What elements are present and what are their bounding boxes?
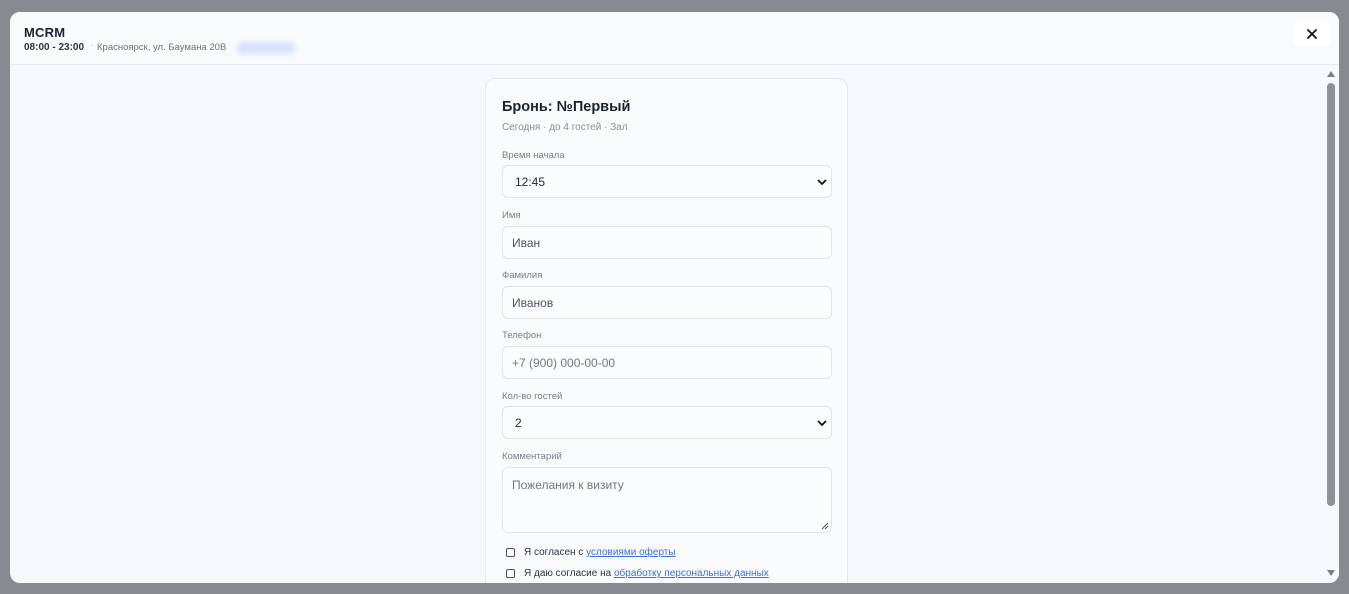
consent-offer-row: Я согласен с условиями оферты	[506, 547, 676, 558]
chevron-down-icon	[817, 420, 827, 427]
comment-placeholder: Пожелания к визиту	[512, 478, 624, 492]
phone-input[interactable]: +7 (900) 000-00-00	[502, 346, 832, 379]
start-time-select[interactable]: 12:45	[502, 165, 832, 198]
close-icon	[1307, 28, 1317, 39]
phone-label: Телефон	[502, 330, 542, 341]
resize-grip-icon[interactable]	[821, 522, 829, 530]
modal-body: Бронь: №Первый Сегодня · до 4 гостей · З…	[10, 66, 1323, 583]
offer-terms-link[interactable]: условиями оферты	[586, 547, 675, 558]
venue-address: Красноярск, ул. Баумана 20В	[97, 42, 227, 53]
comment-textarea[interactable]: Пожелания к визиту	[502, 467, 832, 533]
scrollbar[interactable]	[1323, 66, 1339, 583]
guests-select[interactable]: 2	[502, 406, 832, 439]
scroll-up-arrow-icon[interactable]	[1327, 71, 1335, 77]
last-name-value: Иванов	[512, 295, 554, 310]
guests-label: Кол-во гостей	[502, 391, 563, 402]
consent-pd-checkbox[interactable]	[506, 569, 515, 578]
comment-label: Комментарий	[502, 451, 562, 462]
guests-value: 2	[515, 415, 522, 430]
booking-form-card: Бронь: №Первый Сегодня · до 4 гостей · З…	[485, 78, 848, 583]
booking-title: Бронь: №Первый	[502, 99, 631, 115]
booking-subtitle: Сегодня · до 4 гостей · Зал	[502, 122, 628, 133]
first-name-input[interactable]: Иван	[502, 226, 832, 259]
booking-modal: MCRM 08:00 - 23:00 · Красноярск, ул. Бау…	[10, 12, 1339, 583]
first-name-value: Иван	[512, 235, 541, 250]
last-name-label: Фамилия	[502, 270, 543, 281]
start-time-label: Время начала	[502, 150, 565, 161]
last-name-input[interactable]: Иванов	[502, 286, 832, 319]
first-name-label: Имя	[502, 210, 521, 221]
consent-pd-text: Я даю согласие на	[524, 568, 614, 579]
brand-name: MCRM	[24, 25, 66, 40]
personal-data-link[interactable]: обработку персональных данных	[614, 568, 769, 579]
consent-pd-row: Я даю согласие на обработку персональных…	[506, 568, 769, 579]
scroll-down-arrow-icon[interactable]	[1327, 570, 1335, 576]
start-time-value: 12:45	[515, 174, 546, 189]
scrollbar-thumb[interactable]	[1327, 83, 1335, 506]
close-button[interactable]	[1294, 20, 1330, 47]
modal-header: MCRM 08:00 - 23:00 · Красноярск, ул. Бау…	[10, 12, 1339, 65]
consent-offer-text: Я согласен с	[524, 547, 587, 558]
consent-offer-checkbox[interactable]	[506, 548, 515, 557]
chevron-down-icon	[817, 179, 827, 186]
blurred-badge	[237, 42, 295, 54]
phone-placeholder: +7 (900) 000-00-00	[512, 355, 616, 370]
opening-hours: 08:00 - 23:00	[24, 42, 85, 53]
header-separator: ·	[90, 40, 94, 51]
